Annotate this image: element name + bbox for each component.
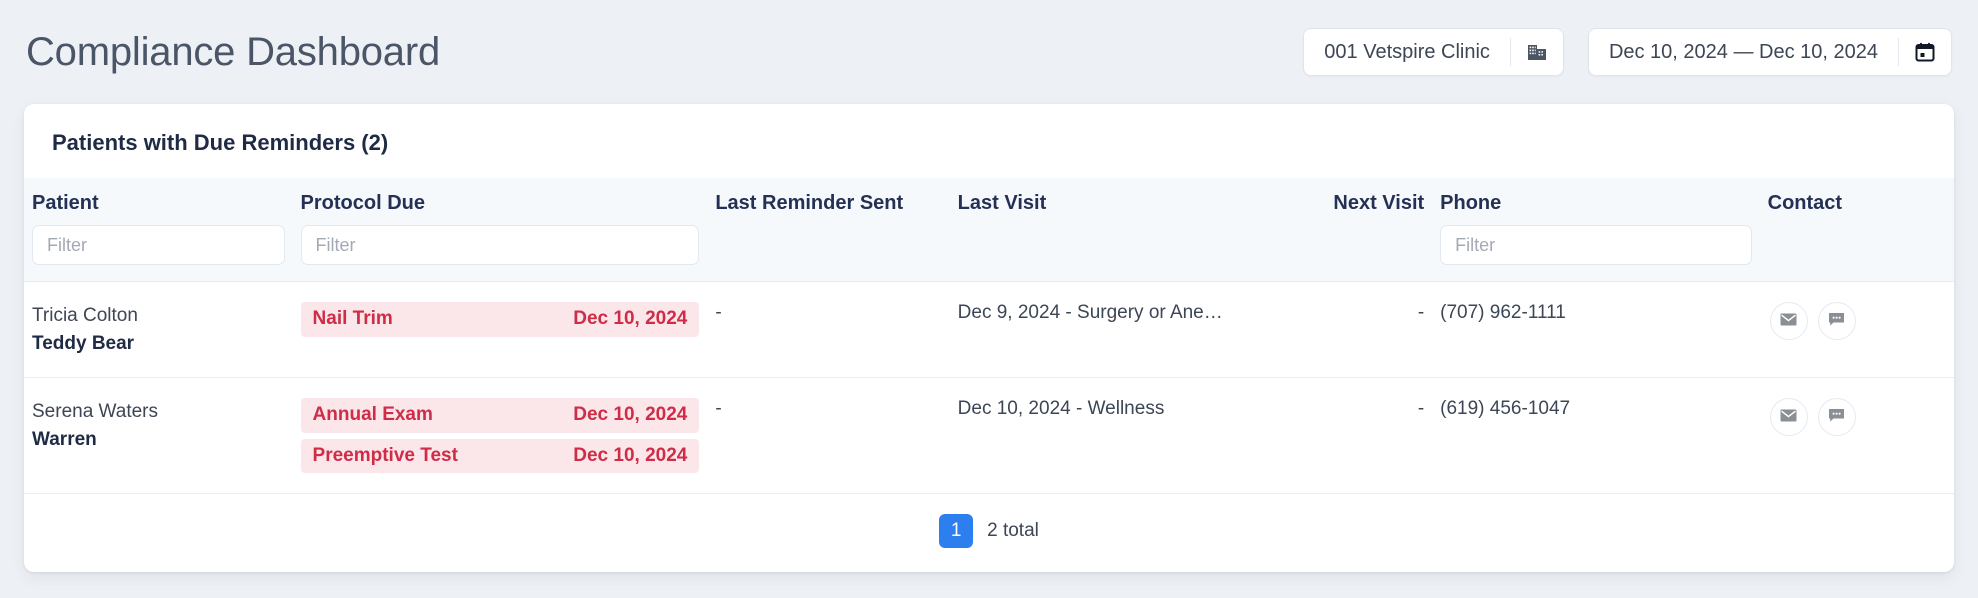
date-range-picker[interactable]: Dec 10, 2024 — Dec 10, 2024 [1587,28,1952,76]
cell-phone: (707) 962-1111 [1432,281,1760,379]
card-title: Patients with Due Reminders (2) [52,130,389,155]
send-email-button[interactable] [1769,398,1808,437]
cell-last-visit: Dec 9, 2024 - Surgery or Ane… [949,281,1304,379]
column-header-last-reminder-sent[interactable]: Last Reminder Sent [707,178,950,225]
patient-filter-input[interactable] [32,225,285,265]
filter-cell-patient [24,225,293,282]
table-body: Tricia Colton Teddy Bear Nail Trim Dec 1… [24,281,1954,495]
send-email-button[interactable] [1769,302,1808,340]
patient-pet-name: Warren [32,428,97,450]
filter-cell-protocol [292,225,708,282]
calendar-icon [1899,41,1951,63]
column-header-next-visit[interactable]: Next Visit [1303,178,1433,225]
column-header-contact[interactable]: Contact [1759,178,1954,225]
contact-actions [1768,302,1946,340]
protocol-due-badge[interactable]: Preemptive Test Dec 10, 2024 [300,438,700,474]
header-controls: 001 Vetspire Clinic Dec 10, 2024 — Dec 1… [1303,28,1952,76]
clinic-selector[interactable]: 001 Vetspire Clinic [1303,28,1564,76]
cell-protocol-due: Nail Trim Dec 10, 2024 [292,281,708,379]
column-header-patient[interactable]: Patient [24,178,293,225]
cell-patient: Serena Waters Warren [24,377,293,495]
table-row[interactable]: Serena Waters Warren Annual Exam Dec 10,… [24,377,1954,495]
table-head: Patient Protocol Due Last Reminder Sent … [24,178,1954,282]
building-icon [1511,41,1563,63]
protocol-due-badge[interactable]: Annual Exam Dec 10, 2024 [300,398,700,433]
table-filter-row [24,225,1954,282]
envelope-icon [1780,313,1797,329]
protocol-list: Nail Trim Dec 10, 2024 [300,302,700,337]
cell-contact [1759,377,1954,495]
filter-cell-last-visit [949,225,1304,282]
last-visit-value: Dec 9, 2024 - Surgery or Ane… [957,302,1223,323]
table-header-row: Patient Protocol Due Last Reminder Sent … [24,178,1954,225]
cell-last-reminder-sent: - [707,281,950,379]
cell-last-visit: Dec 10, 2024 - Wellness [949,377,1304,495]
filter-cell-last-reminder-sent [707,225,950,282]
contact-actions [1768,398,1946,437]
patient-owner-name: Serena Waters [32,401,159,423]
cell-patient: Tricia Colton Teddy Bear [24,281,293,379]
date-range-value: Dec 10, 2024 — Dec 10, 2024 [1608,40,1878,63]
last-visit-value: Dec 10, 2024 - Wellness [957,398,1165,420]
envelope-icon [1780,409,1797,425]
protocol-due-badge[interactable]: Nail Trim Dec 10, 2024 [300,302,700,337]
chat-bubble-icon [1828,312,1845,330]
page-title: Compliance Dashboard [26,30,441,74]
protocol-name: Preemptive Test [312,444,458,466]
column-header-protocol[interactable]: Protocol Due [292,178,708,225]
protocol-due-date: Dec 10, 2024 [573,404,688,426]
cell-last-reminder-sent: - [707,377,950,495]
patient-pet-name: Teddy Bear [32,332,135,354]
cell-next-visit: - [1303,377,1433,495]
clinic-selector-value: 001 Vetspire Clinic [1324,40,1490,63]
protocol-list: Annual Exam Dec 10, 2024 Preemptive Test… [300,398,700,474]
send-message-button[interactable] [1817,398,1856,437]
pagination: 1 2 total [24,494,1954,572]
patient-owner-name: Tricia Colton [32,305,138,326]
cell-next-visit: - [1303,281,1433,379]
pagination-page-1[interactable]: 1 [939,514,974,549]
filter-cell-contact [1759,225,1954,282]
protocol-filter-input[interactable] [300,225,700,265]
cell-protocol-due: Annual Exam Dec 10, 2024 Preemptive Test… [292,377,708,495]
filter-cell-next-visit [1303,225,1433,282]
cell-phone: (619) 456-1047 [1432,377,1760,495]
protocol-name: Nail Trim [312,308,393,329]
chat-bubble-icon [1828,408,1845,426]
protocol-due-date: Dec 10, 2024 [573,308,688,329]
protocol-name: Annual Exam [312,404,433,426]
phone-filter-input[interactable] [1440,225,1752,265]
cell-contact [1759,281,1954,379]
table-row[interactable]: Tricia Colton Teddy Bear Nail Trim Dec 1… [24,281,1954,379]
compliance-dashboard-page: Compliance Dashboard 001 Vetspire Clinic [0,0,1978,598]
column-header-last-visit[interactable]: Last Visit [949,178,1304,225]
protocol-due-date: Dec 10, 2024 [573,444,688,466]
pagination-total-label: 2 total [987,520,1039,542]
send-message-button[interactable] [1817,302,1856,340]
column-header-phone[interactable]: Phone [1432,178,1760,225]
due-reminders-card: Patients with Due Reminders (2) Patient … [24,104,1954,573]
page-header: Compliance Dashboard 001 Vetspire Clinic [24,0,1954,104]
filter-cell-phone [1432,225,1760,282]
due-reminders-table: Patient Protocol Due Last Reminder Sent … [24,178,1954,495]
